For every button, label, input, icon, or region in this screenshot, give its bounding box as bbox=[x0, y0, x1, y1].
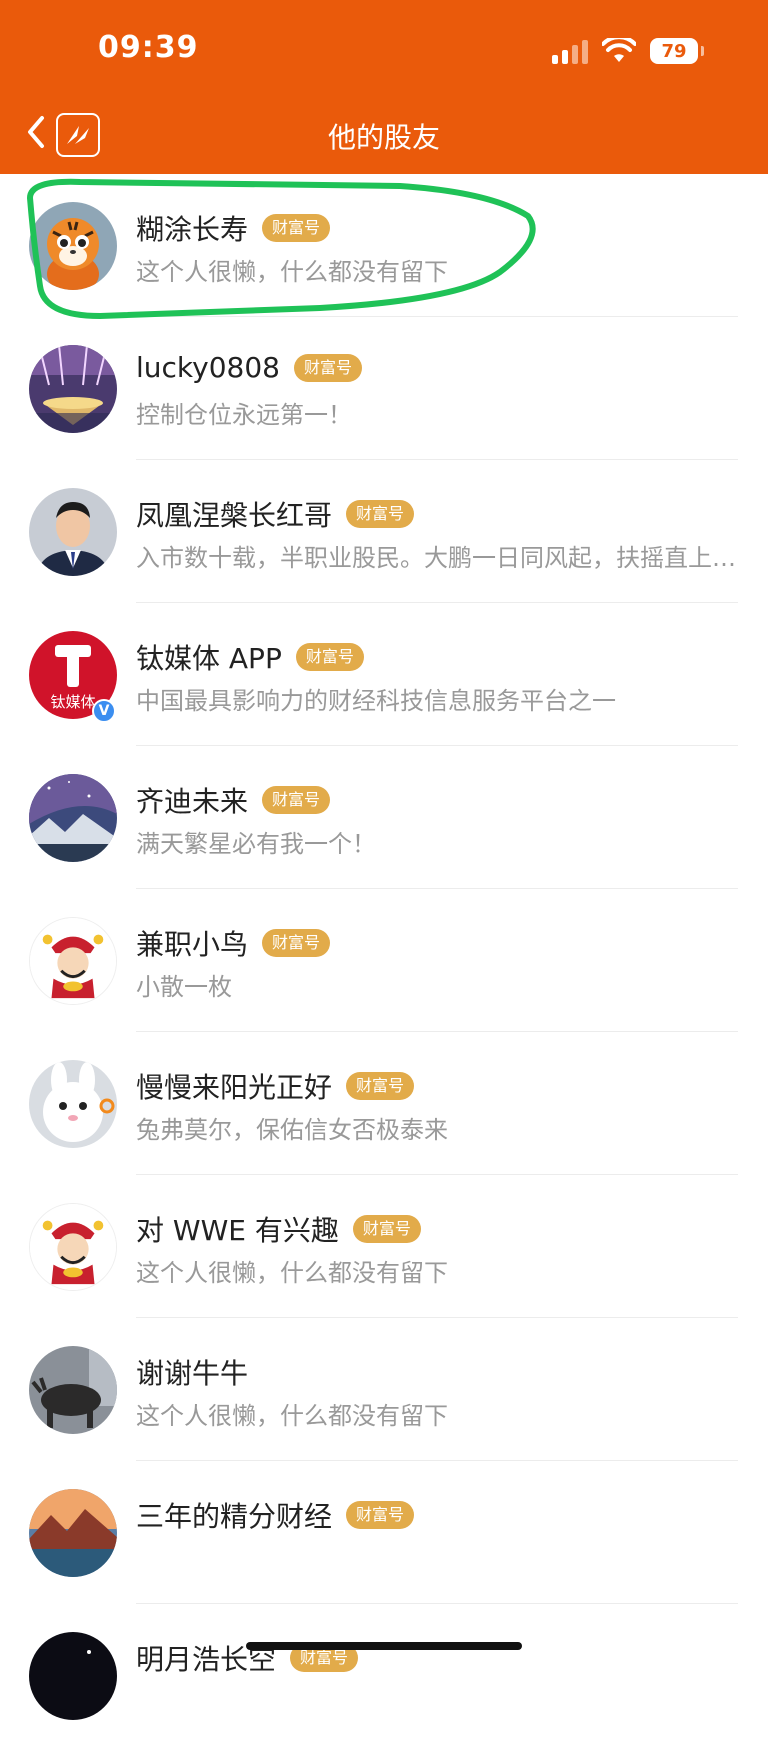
list-item[interactable]: 凤凰涅槃长红哥 财富号 入市数十载，半职业股民。大鹏一日同风起，扶摇直上九万里 bbox=[0, 460, 768, 603]
wealth-badge: 财富号 bbox=[262, 929, 331, 957]
user-bio: 控制仓位永远第一！ bbox=[136, 401, 352, 429]
wealth-badge: 财富号 bbox=[346, 1072, 415, 1100]
user-bio: 这个人很懒，什么都没有留下 bbox=[136, 1259, 448, 1287]
wealth-badge: 财富号 bbox=[346, 1501, 415, 1529]
user-bio: 满天繁星必有我一个！ bbox=[136, 830, 376, 858]
name-line: 糊涂长寿 财富号 bbox=[136, 208, 331, 248]
user-name: 糊涂长寿 bbox=[136, 213, 249, 246]
list-item[interactable]: 明月浩长空 财富号 bbox=[0, 1604, 768, 1747]
avatar[interactable] bbox=[29, 345, 117, 433]
list-item[interactable]: 对 WWE 有兴趣 财富号 这个人很懒，什么都没有留下 bbox=[0, 1175, 768, 1318]
user-name: lucky0808 bbox=[136, 351, 280, 384]
user-bio: 这个人很懒，什么都没有留下 bbox=[136, 1402, 448, 1430]
wealth-badge: 财富号 bbox=[293, 353, 362, 382]
avatar[interactable] bbox=[29, 488, 117, 576]
cellular-signal-icon bbox=[552, 38, 588, 64]
user-name: 三年的精分财经 bbox=[136, 1500, 333, 1533]
list-item[interactable]: 钛媒体 V 钛媒体 APP 财富号 中国最具影响力的财经科技信息服务平台之一 bbox=[0, 603, 768, 746]
list-item[interactable]: 兼职小鸟 财富号 小散一枚 bbox=[0, 889, 768, 1032]
wealth-badge: 财富号 bbox=[262, 214, 331, 242]
avatar[interactable] bbox=[29, 1346, 117, 1434]
friend-list: 糊涂长寿 财富号 这个人很懒，什么都没有留下 lucky0808 财富号 控制仓… bbox=[0, 174, 768, 1747]
avatar[interactable] bbox=[29, 774, 117, 862]
avatar[interactable] bbox=[29, 202, 117, 290]
list-item[interactable]: 慢慢来阳光正好 财富号 兔弗莫尔，保佑信女否极泰来 bbox=[0, 1032, 768, 1175]
user-bio: 小散一枚 bbox=[136, 973, 232, 1001]
user-name: 齐迪未来 bbox=[136, 785, 249, 818]
mountain-sunset-avatar-icon bbox=[29, 1489, 117, 1577]
user-bio: 兔弗莫尔，保佑信女否极泰来 bbox=[136, 1116, 448, 1144]
status-icons: 79 bbox=[552, 38, 704, 64]
night-sky-avatar-icon bbox=[29, 1632, 117, 1720]
name-line: 凤凰涅槃长红哥 财富号 bbox=[136, 494, 415, 534]
list-item[interactable]: 谢谢牛牛 这个人很懒，什么都没有留下 bbox=[0, 1318, 768, 1461]
app-header: 09:39 79 他的股友 bbox=[0, 0, 768, 174]
name-line: lucky0808 财富号 bbox=[136, 351, 362, 384]
fortune-god-avatar-icon bbox=[30, 1204, 116, 1290]
wealth-badge: 财富号 bbox=[295, 643, 364, 671]
name-line: 对 WWE 有兴趣 财富号 bbox=[136, 1209, 421, 1249]
list-item[interactable]: lucky0808 财富号 控制仓位永远第一！ bbox=[0, 317, 768, 460]
user-bio: 这个人很懒，什么都没有留下 bbox=[136, 258, 448, 286]
battery-icon: 79 bbox=[650, 38, 704, 64]
avatar[interactable] bbox=[29, 1489, 117, 1577]
name-line: 兼职小鸟 财富号 bbox=[136, 923, 331, 963]
user-name: 谢谢牛牛 bbox=[136, 1357, 249, 1390]
verified-badge-icon: V bbox=[92, 699, 116, 723]
name-line: 齐迪未来 财富号 bbox=[136, 780, 331, 820]
avatar[interactable] bbox=[29, 1632, 117, 1720]
bull-statue-avatar-icon bbox=[29, 1346, 117, 1434]
white-bunny-avatar-icon bbox=[29, 1060, 117, 1148]
avatar[interactable] bbox=[29, 917, 117, 1005]
avatar[interactable] bbox=[29, 1060, 117, 1148]
wealth-badge: 财富号 bbox=[346, 500, 415, 528]
wealth-badge: 财富号 bbox=[262, 786, 331, 814]
user-bio: 入市数十载，半职业股民。大鹏一日同风起，扶摇直上九万里 bbox=[136, 544, 736, 572]
page-title: 他的股友 bbox=[327, 121, 440, 154]
businessman-avatar-icon bbox=[29, 488, 117, 576]
user-name: 凤凰涅槃长红哥 bbox=[136, 499, 333, 532]
wifi-icon bbox=[602, 38, 636, 62]
list-item[interactable]: 糊涂长寿 财富号 这个人很懒，什么都没有留下 bbox=[0, 174, 768, 317]
battery-level: 79 bbox=[661, 40, 687, 62]
user-name: 慢慢来阳光正好 bbox=[136, 1071, 333, 1104]
name-line: 钛媒体 APP 财富号 bbox=[136, 637, 364, 677]
name-line: 三年的精分财经 财富号 bbox=[136, 1495, 415, 1535]
user-name: 钛媒体 APP bbox=[136, 642, 282, 675]
user-name: 对 WWE 有兴趣 bbox=[136, 1214, 339, 1247]
starry-mountain-avatar-icon bbox=[29, 774, 117, 862]
wealth-badge: 财富号 bbox=[352, 1215, 421, 1243]
tiger-avatar-icon bbox=[29, 202, 117, 290]
fortune-god-avatar-icon bbox=[30, 918, 116, 1004]
home-indicator[interactable] bbox=[246, 1642, 522, 1650]
name-line: 谢谢牛牛 bbox=[136, 1352, 248, 1392]
list-item[interactable]: 齐迪未来 财富号 满天繁星必有我一个！ bbox=[0, 746, 768, 889]
avatar[interactable] bbox=[29, 1203, 117, 1291]
name-line: 慢慢来阳光正好 财富号 bbox=[136, 1066, 415, 1106]
status-time: 09:39 bbox=[98, 30, 199, 65]
user-bio: 中国最具影响力的财经科技信息服务平台之一 bbox=[136, 687, 616, 715]
chandelier-avatar-icon bbox=[29, 345, 117, 433]
user-name: 兼职小鸟 bbox=[136, 928, 249, 961]
list-item[interactable]: 三年的精分财经 财富号 bbox=[0, 1461, 768, 1604]
